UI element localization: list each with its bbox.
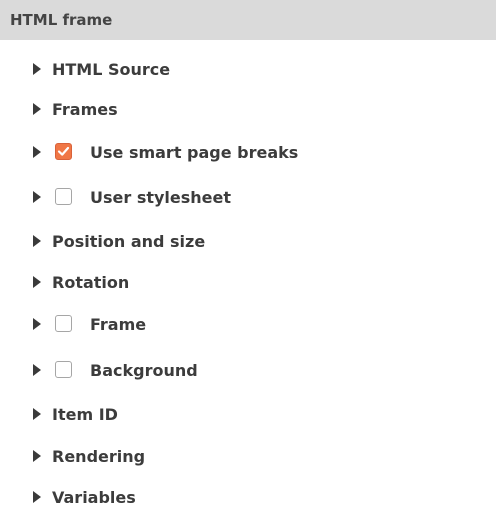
group-label: Rotation — [52, 272, 130, 292]
expand-arrow-icon[interactable] — [33, 146, 41, 158]
expand-arrow-icon[interactable] — [33, 450, 41, 462]
expand-arrow-icon[interactable] — [33, 364, 41, 376]
group-label: Frames — [52, 99, 118, 119]
group-position-and-size[interactable]: Position and size — [0, 224, 496, 258]
smart-page-breaks-checkbox[interactable] — [55, 143, 72, 160]
expand-arrow-icon[interactable] — [33, 276, 41, 288]
group-label: User stylesheet — [90, 187, 232, 207]
group-label: Item ID — [52, 404, 118, 424]
group-user-stylesheet[interactable]: User stylesheet — [0, 180, 496, 214]
group-label: HTML Source — [52, 59, 171, 79]
expand-arrow-icon[interactable] — [33, 103, 41, 115]
user-stylesheet-checkbox[interactable] — [55, 188, 72, 205]
group-label: Variables — [52, 487, 136, 507]
expand-arrow-icon[interactable] — [33, 63, 41, 75]
group-rotation[interactable]: Rotation — [0, 265, 496, 299]
expand-arrow-icon[interactable] — [33, 235, 41, 247]
group-frames[interactable]: Frames — [0, 92, 496, 126]
html-frame-panel: HTML frame HTML Source Frames Use smart … — [0, 0, 496, 512]
group-use-smart-page-breaks[interactable]: Use smart page breaks — [0, 135, 496, 169]
expand-arrow-icon[interactable] — [33, 491, 41, 503]
group-frame[interactable]: Frame — [0, 307, 496, 341]
background-checkbox[interactable] — [55, 361, 72, 378]
frame-checkbox[interactable] — [55, 315, 72, 332]
group-label: Background — [90, 360, 198, 380]
group-item-id[interactable]: Item ID — [0, 397, 496, 431]
expand-arrow-icon[interactable] — [33, 408, 41, 420]
checkmark-icon — [57, 146, 70, 156]
group-label: Position and size — [52, 231, 206, 251]
expand-arrow-icon[interactable] — [33, 191, 41, 203]
group-html-source[interactable]: HTML Source — [0, 52, 496, 86]
group-variables[interactable]: Variables — [0, 480, 496, 514]
group-rendering[interactable]: Rendering — [0, 439, 496, 473]
expand-arrow-icon[interactable] — [33, 318, 41, 330]
group-label: Rendering — [52, 446, 146, 466]
group-label: Frame — [90, 314, 147, 334]
group-background[interactable]: Background — [0, 353, 496, 387]
group-label: Use smart page breaks — [90, 142, 299, 162]
panel-title: HTML frame — [0, 0, 496, 40]
